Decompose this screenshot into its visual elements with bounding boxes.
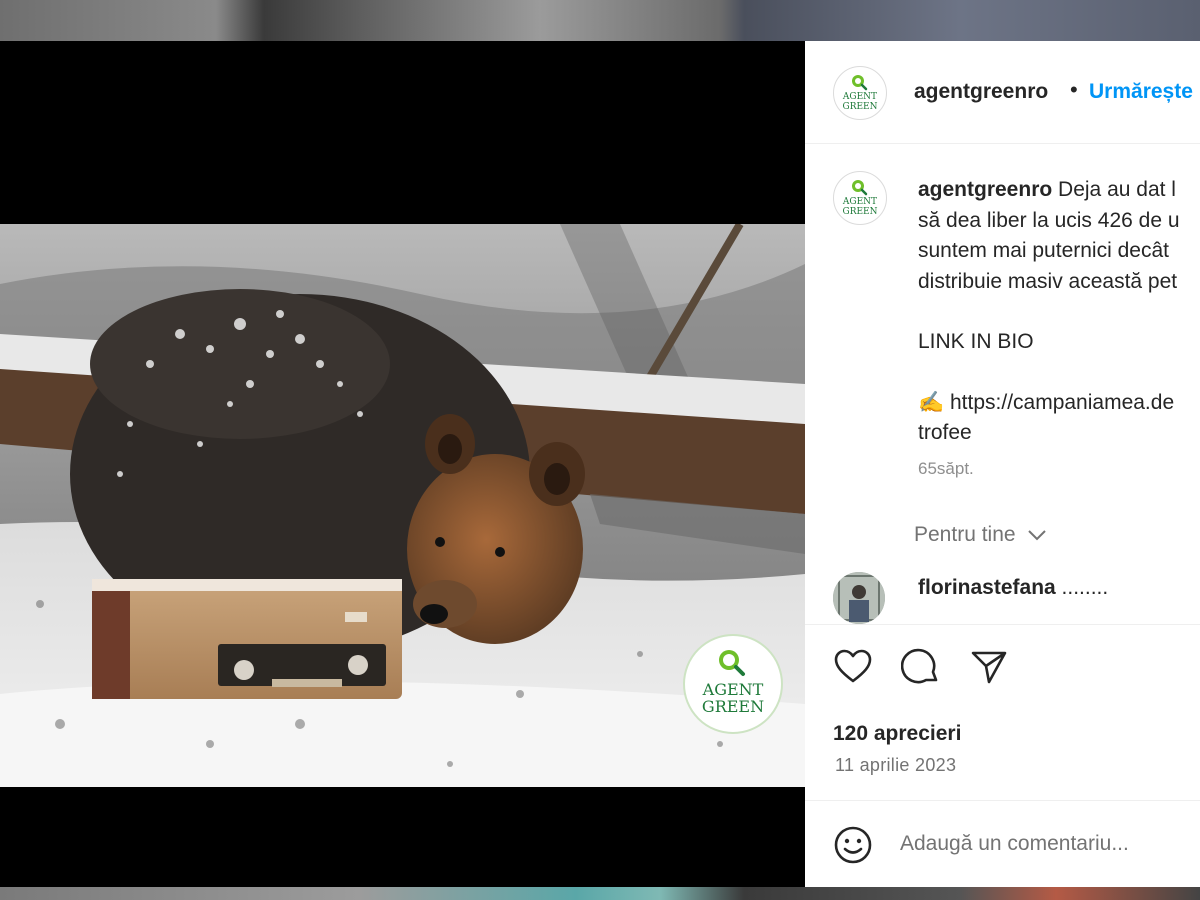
svg-text:GREEN: GREEN	[702, 697, 764, 716]
caption-line: trofee	[918, 421, 972, 444]
chevron-down-icon	[1027, 523, 1047, 547]
post-date: 11 aprilie 2023	[835, 755, 957, 775]
post-caption: agentgreenro Deja au dat l să dea liber …	[918, 175, 1200, 449]
writing-hand-icon: ✍️	[918, 390, 945, 414]
svg-text:AGENT: AGENT	[842, 197, 877, 207]
for-you-label: Pentru tine	[914, 523, 1016, 546]
svg-text:GREEN: GREEN	[843, 207, 878, 217]
follow-button[interactable]: Urmărește	[1089, 80, 1193, 104]
comment: florinastefana ........	[918, 576, 1108, 600]
separator-dot: •	[1070, 77, 1078, 102]
add-comment-bar	[805, 800, 1200, 887]
caption-link-in-bio: LINK IN BIO	[918, 330, 1034, 353]
post-time-ago[interactable]: 65săpt.	[918, 459, 974, 479]
for-you-dropdown[interactable]: Pentru tine	[914, 523, 1047, 547]
post-actions: 120 aprecieri 11 aprilie 2023	[805, 624, 1200, 805]
background-blur-bottom	[0, 887, 1200, 900]
caption-line: distribuie masiv această pet	[918, 269, 1178, 293]
heart-icon[interactable]	[833, 647, 873, 687]
caption-line: suntem mai puternici decât	[918, 239, 1169, 262]
caption-line: Deja au dat l	[1058, 178, 1176, 201]
post-media[interactable]: AGENT GREEN	[0, 41, 805, 887]
caption-line: să dea liber la ucis 426 de u	[918, 208, 1180, 232]
comment-avatar[interactable]	[833, 572, 885, 624]
comment-text: ........	[1061, 576, 1109, 599]
post-side-panel: AGENT GREEN agentgreenro • Urmărește AGE…	[805, 41, 1200, 887]
send-icon[interactable]	[969, 647, 1009, 687]
caption-avatar[interactable]: AGENT GREEN	[833, 171, 887, 225]
account-username[interactable]: agentgreenro	[914, 80, 1048, 104]
post-header: AGENT GREEN agentgreenro • Urmărește	[805, 41, 1200, 144]
background-blur-top	[0, 0, 1200, 41]
caption-url[interactable]: https://campaniamea.de	[950, 391, 1174, 414]
agent-green-watermark-logo: AGENT GREEN	[683, 634, 783, 734]
smiley-icon[interactable]	[833, 825, 873, 865]
comment-input[interactable]	[900, 832, 1200, 856]
svg-text:AGENT: AGENT	[842, 92, 877, 102]
comment-username[interactable]: florinastefana	[918, 576, 1056, 599]
account-avatar[interactable]: AGENT GREEN	[833, 66, 887, 120]
comment-icon[interactable]	[901, 647, 941, 687]
likes-count[interactable]: 120 aprecieri	[833, 722, 961, 746]
caption-username[interactable]: agentgreenro	[918, 178, 1052, 201]
svg-text:GREEN: GREEN	[843, 102, 878, 112]
